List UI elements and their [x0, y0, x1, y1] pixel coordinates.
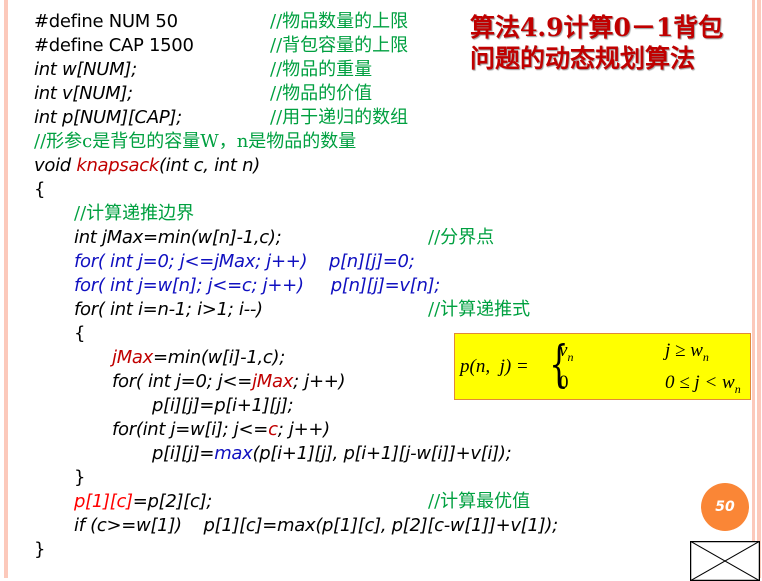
formula-case1-value: vn: [559, 340, 574, 364]
code-line: {: [74, 323, 86, 344]
code-line: for(int j=w[i]; j<=c; j++): [112, 419, 330, 441]
code-token: (int c, int n): [158, 155, 260, 176]
code-line: void knapsack(int c, int n): [34, 155, 260, 177]
slide-title: 算法4.9计算0－1背包 问题的动态规划算法: [470, 12, 723, 74]
code-line: int w[NUM];: [34, 59, 137, 80]
code-token: jMax: [112, 347, 154, 368]
code-line: for( int j=w[n]; j<=c; j++) p[n][j]=v[n]…: [74, 275, 441, 296]
code-comment: //分界点: [428, 227, 495, 248]
code-line: int jMax=min(w[n]-1,c);: [74, 227, 282, 248]
formula-case1-condition: j ≥ wn: [665, 340, 709, 364]
left-border-stripe: [4, 0, 8, 578]
code-token: p[i][j]=: [152, 443, 215, 464]
code-comment: //物品数量的上限: [270, 11, 409, 32]
code-line: for( int j=0; j<=jMax; j++) p[n][j]=0;: [74, 251, 415, 272]
code-line: #define NUM 50: [34, 11, 178, 32]
code-token: ; j++): [293, 371, 346, 392]
title-line-2: 问题的动态规划算法: [470, 44, 696, 73]
code-token: void: [34, 155, 77, 176]
code-comment: //物品的价值: [270, 83, 373, 104]
code-comment: //物品的重量: [270, 59, 373, 80]
code-line: for( int i=n-1; i>1; i--): [74, 299, 263, 320]
formula-lhs: p(n, j) =: [460, 356, 529, 377]
page-number-badge: 50: [701, 483, 749, 531]
code-token: max: [214, 443, 253, 464]
code-comment: //计算递推边界: [74, 203, 195, 224]
code-token: for( int j=0; j<=: [112, 371, 253, 392]
code-line: #define CAP 1500: [34, 35, 194, 56]
code-comment: //用于递归的数组: [270, 107, 409, 128]
code-comment: //背包容量的上限: [270, 35, 409, 56]
code-token: ; j++): [277, 419, 330, 440]
code-line: int v[NUM];: [34, 83, 133, 104]
code-line: p[i][j]=max(p[i+1][j], p[i+1][j-w[i]]+v[…: [152, 443, 512, 465]
code-token: (p[i+1][j], p[i+1][j-w[i]]+v[i]);: [252, 443, 512, 464]
code-token: c: [268, 419, 278, 440]
formula-case2-value: 0: [559, 372, 569, 393]
recurrence-formula-box: p(n, j) = { vn j ≥ wn 0 0 ≤ j < wn: [454, 333, 751, 400]
code-line: jMax=min(w[i]-1,c);: [112, 347, 285, 369]
code-line: }: [74, 467, 86, 488]
code-line: p[1][c]=p[2][c];: [74, 491, 212, 513]
code-token: for(int j=w[i]; j<=: [112, 419, 269, 440]
image-placeholder-icon: [690, 541, 760, 581]
code-comment: //形参c是背包的容量W，n是物品的数量: [34, 131, 357, 152]
code-line: int p[NUM][CAP];: [34, 107, 182, 128]
right-border-stripe: [752, 0, 755, 578]
formula-case2-condition: 0 ≤ j < wn: [665, 372, 741, 396]
code-token: =p[2][c];: [132, 491, 213, 512]
code-token: p[1][c]: [74, 491, 133, 512]
code-token: =min(w[i]-1,c);: [153, 347, 285, 368]
right-border-stripe-outer: [757, 0, 761, 578]
code-line: if (c>=w[1]) p[1][c]=max(p[1][c], p[2][c…: [74, 515, 558, 536]
title-line-1: 算法4.9计算0－1背包: [470, 13, 724, 42]
code-token: jMax: [252, 371, 294, 392]
code-line: {: [34, 179, 46, 200]
code-comment: //计算递推式: [428, 299, 531, 320]
code-comment: //计算最优值: [428, 491, 531, 512]
code-line: for( int j=0; j<=jMax; j++): [112, 371, 346, 393]
code-line: }: [34, 539, 46, 560]
function-name: knapsack: [76, 155, 159, 176]
code-line: p[i][j]=p[i+1][j];: [152, 395, 294, 416]
